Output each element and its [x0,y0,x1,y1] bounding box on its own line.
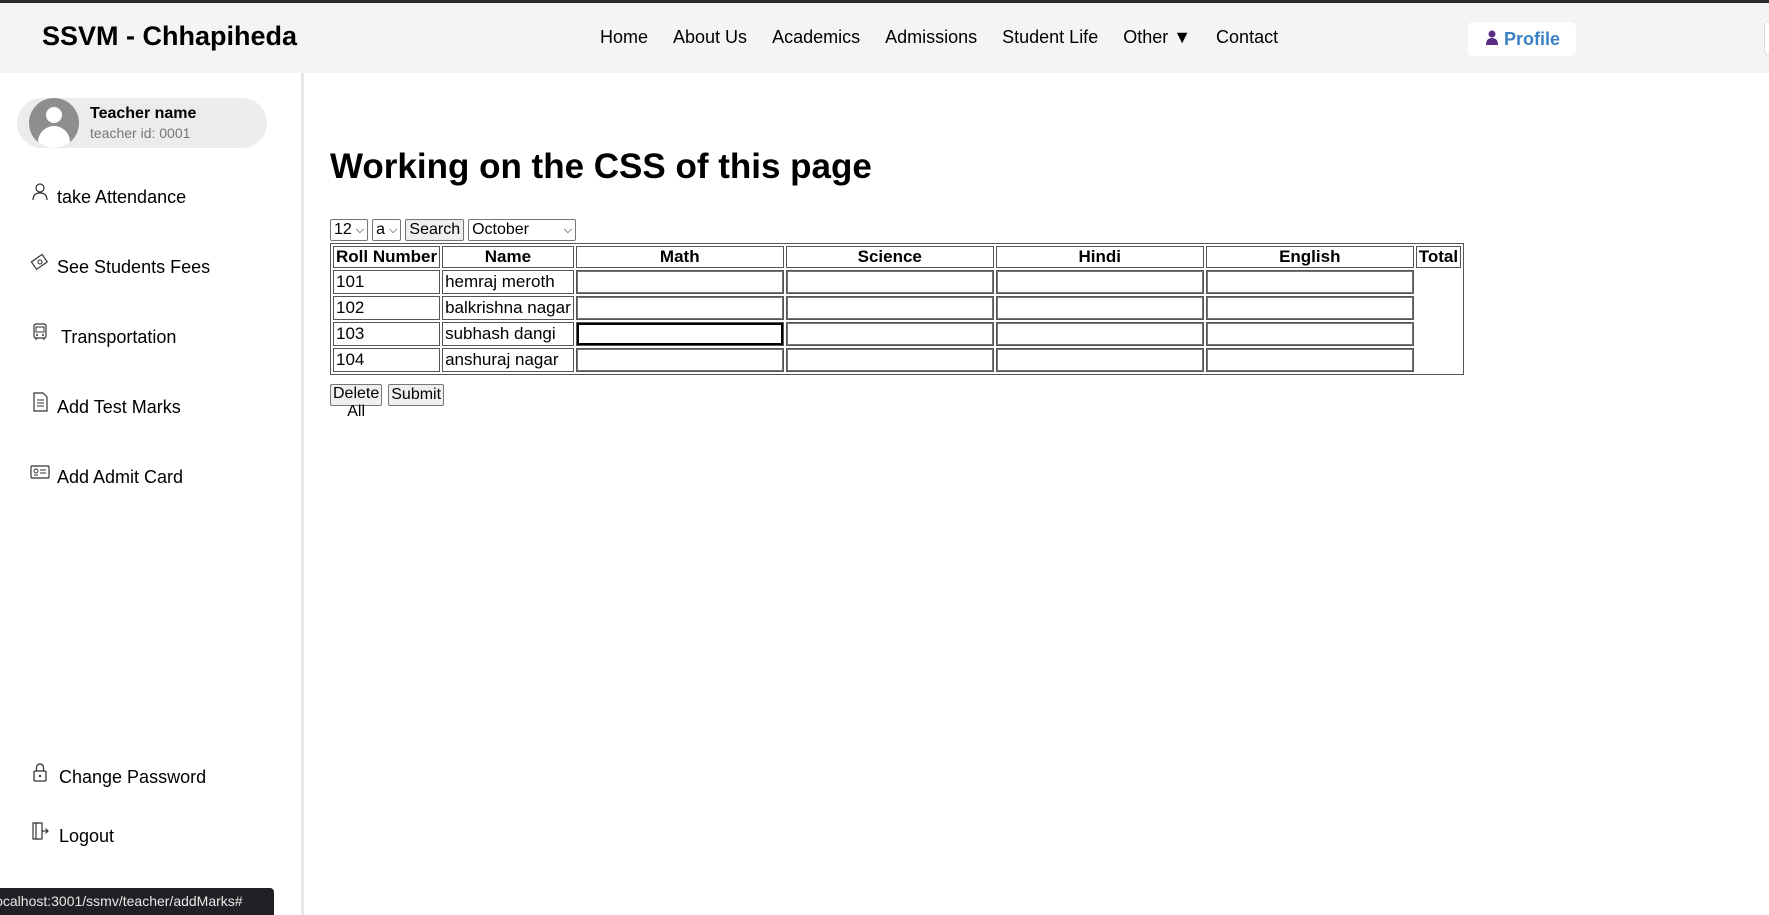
main-nav: Home About Us Academics Admissions Stude… [600,27,1303,48]
nav-home[interactable]: Home [600,27,648,48]
student-name-cell: subhash dangi [442,322,574,346]
roll-number-cell: 103 [333,322,441,346]
math-mark-input[interactable] [576,323,783,345]
col-science: Science [785,246,994,268]
math-mark-input[interactable] [576,349,783,371]
chevron-down-icon: ⌵ [389,223,398,236]
filter-controls: 12 ⌵ a ⌵ Search October ⌵ [330,219,580,241]
avatar [29,98,79,148]
search-button[interactable]: Search [405,219,465,241]
table-row: 103 subhash dangi [333,322,1461,346]
report-icon [30,391,50,412]
class-select[interactable]: 12 ⌵ [330,219,369,241]
sidebar-item-label: See Students Fees [57,257,211,277]
teacher-id: teacher id: 0001 [90,125,191,141]
month-select-value: October [472,221,530,238]
table-row: 104 anshuraj nagar [333,348,1461,372]
sidebar-item-label: Add Admit Card [57,467,184,487]
sidebar-item-label: Add Test Marks [57,397,181,417]
english-mark-input[interactable] [1206,297,1413,319]
chevron-down-icon: ⌵ [563,223,573,236]
hindi-mark-input[interactable] [996,297,1203,319]
sidebar-item-take-attendance[interactable]: take Attendance [30,182,187,208]
logout-icon [30,821,50,841]
page-title: Working on the CSS of this page [330,147,872,186]
math-mark-input[interactable] [576,271,783,293]
sidebar-item-logout[interactable]: Logout [30,821,115,847]
nav-contact[interactable]: Contact [1216,27,1278,48]
student-name-cell: hemraj meroth [442,270,574,294]
sidebar-item-label: Logout [59,826,115,846]
top-navbar: SSVM - Chhapiheda Home About Us Academic… [0,3,1769,73]
section-select-value: a [376,221,386,238]
col-math: Math [575,246,784,268]
table-actions: Delete All Submit [330,384,450,420]
nav-student-life[interactable]: Student Life [1002,27,1098,48]
month-select[interactable]: October ⌵ [468,219,577,241]
student-name-cell: anshuraj nagar [442,348,574,372]
hindi-mark-input[interactable] [996,349,1203,371]
student-name-cell: balkrishna nagar [442,296,574,320]
col-hindi: Hindi [995,246,1204,268]
sidebar: Teacher name teacher id: 0001 take Atten… [0,73,304,915]
english-mark-input[interactable] [1206,271,1413,293]
roll-number-cell: 101 [333,270,441,294]
site-brand[interactable]: SSVM - Chhapiheda [42,21,297,52]
english-mark-input[interactable] [1206,349,1413,371]
person-icon [30,182,50,202]
english-mark-input[interactable] [1206,323,1413,345]
sidebar-item-label: take Attendance [57,187,187,207]
total-cell [1416,348,1461,372]
roll-number-cell: 104 [333,348,441,372]
bus-icon [30,322,50,342]
sidebar-item-label: Transportation [61,327,177,347]
total-cell [1416,270,1461,294]
hindi-mark-input[interactable] [996,323,1203,345]
profile-button[interactable]: Profile [1468,22,1576,56]
id-card-icon [30,462,50,482]
science-mark-input[interactable] [786,297,993,319]
table-row: 101 hemraj meroth [333,270,1461,294]
profile-label: Profile [1503,28,1560,49]
col-total: Total [1415,246,1462,268]
sidebar-item-see-students-fees[interactable]: See Students Fees [30,253,211,278]
total-cell [1416,296,1461,320]
total-cell [1416,322,1461,346]
user-icon [1484,29,1500,50]
roll-number-cell: 102 [333,296,441,320]
sidebar-item-add-admit-card[interactable]: Add Admit Card [30,464,184,488]
teacher-card: Teacher name teacher id: 0001 [17,98,267,148]
teacher-name: Teacher name [90,105,197,122]
marks-table: Roll Number Name Math Science Hindi Engl… [330,243,1465,375]
science-mark-input[interactable] [786,349,993,371]
science-mark-input[interactable] [786,271,993,293]
col-roll-number: Roll Number [333,246,441,268]
sidebar-item-transportation[interactable]: Transportation [30,322,177,348]
nav-other-dropdown[interactable]: Other ▼ [1123,27,1191,48]
sidebar-item-label: Change Password [59,767,207,787]
section-select[interactable]: a ⌵ [372,219,402,241]
browser-status-url: localhost:3001/ssmv/teacher/addMarks# [0,888,274,915]
submit-button[interactable]: Submit [388,384,445,406]
col-english: English [1205,246,1414,268]
sidebar-item-add-test-marks[interactable]: Add Test Marks [30,391,181,418]
hindi-mark-input[interactable] [996,271,1203,293]
lock-icon [30,762,50,782]
math-mark-input[interactable] [576,297,783,319]
col-name: Name [442,246,574,268]
delete-all-button[interactable]: Delete All [330,384,383,420]
nav-academics[interactable]: Academics [772,27,860,48]
table-header-row: Roll Number Name Math Science Hindi Engl… [333,246,1462,268]
nav-about-us[interactable]: About Us [673,27,747,48]
chevron-down-icon: ⌵ [355,223,365,236]
science-mark-input[interactable] [786,323,993,345]
sidebar-item-change-password[interactable]: Change Password [30,762,207,788]
money-icon [30,252,50,272]
offscreen-button-edge[interactable] [1764,21,1769,55]
nav-admissions[interactable]: Admissions [885,27,977,48]
table-row: 102 balkrishna nagar [333,296,1461,320]
class-select-value: 12 [334,221,352,238]
